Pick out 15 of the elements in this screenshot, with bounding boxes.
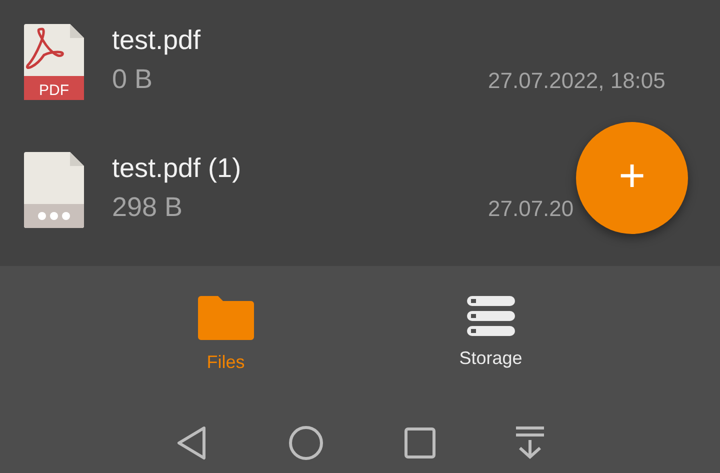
file-name: test.pdf [112,24,201,56]
file-size: 298 B [112,191,183,224]
home-icon[interactable] [288,425,324,461]
file-date: 27.07.20 [488,196,575,222]
folder-icon [198,296,254,340]
file-name: test.pdf (1) [112,152,242,184]
pdf-file-icon: PDF [24,24,84,100]
nav-tab[interactable]: Storage [459,296,522,406]
nav-tab[interactable]: Files [198,296,254,406]
file-icon [24,152,84,228]
recents-icon[interactable] [404,427,436,459]
storage-icon [466,296,515,336]
file-date: 27.07.2022, 18:05 [488,68,666,94]
notification-pulldown-icon[interactable] [515,426,546,460]
file-size: 0 B [112,63,153,96]
